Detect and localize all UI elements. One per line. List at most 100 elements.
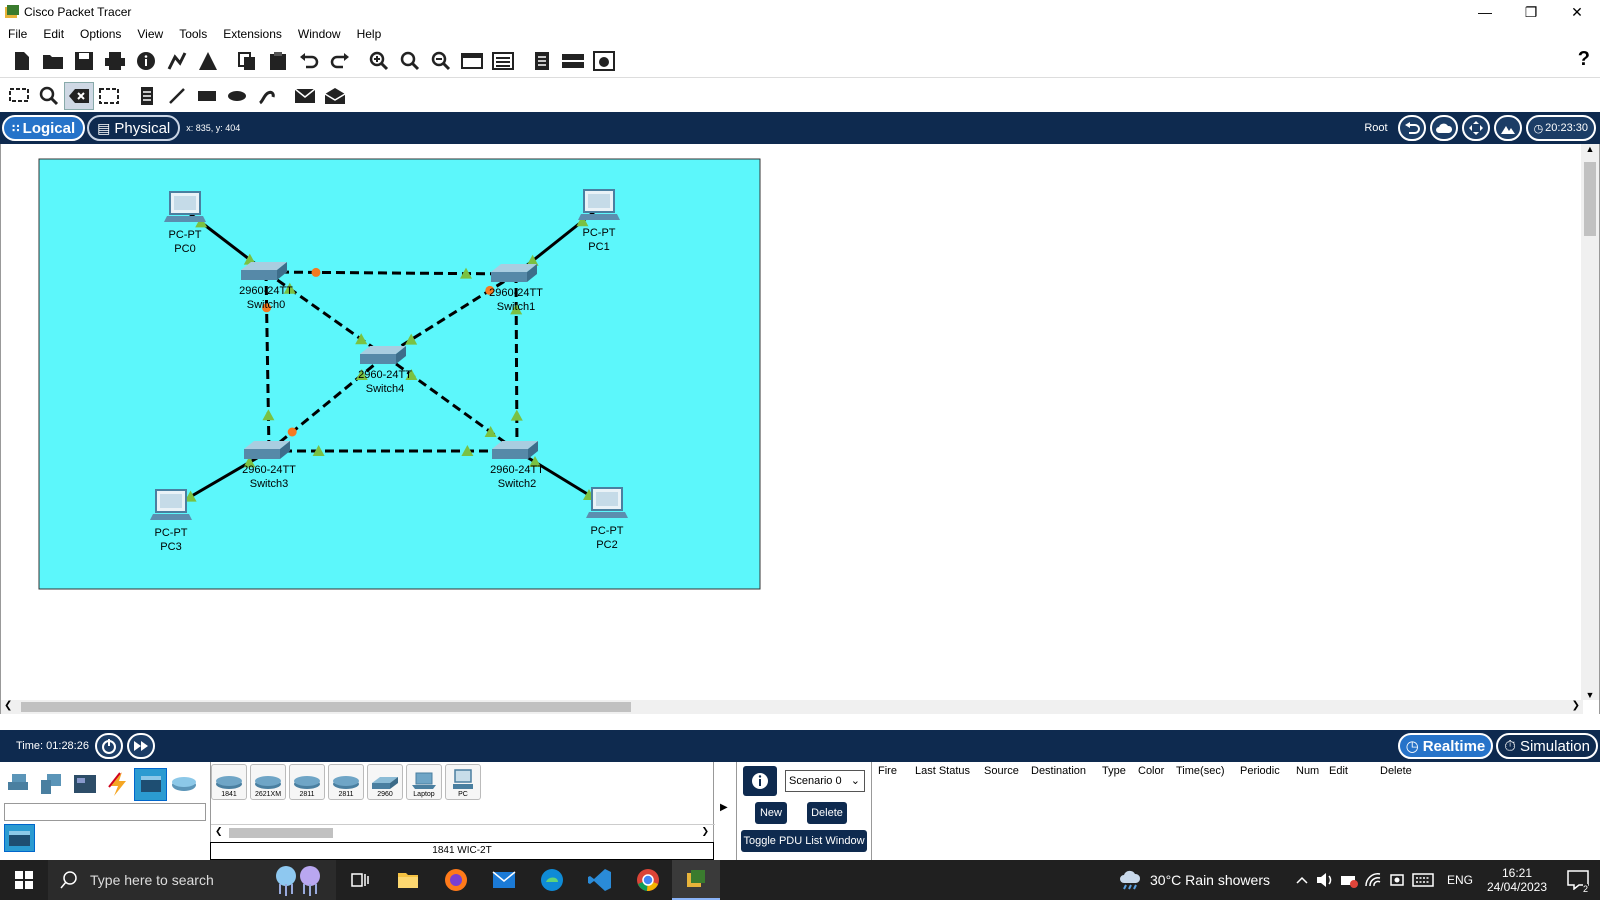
taskbar-clock[interactable]: 16:21 24/04/2023 (1482, 860, 1552, 900)
paste-icon[interactable] (262, 47, 293, 75)
draw-ellipse-icon[interactable] (222, 82, 252, 110)
palette-icon[interactable] (456, 47, 487, 75)
scenario-info-button[interactable] (743, 766, 777, 796)
inspect-icon[interactable] (34, 82, 64, 110)
vertical-scrollbar[interactable]: ▲ ▼ (1581, 144, 1599, 700)
connections-icon[interactable] (101, 768, 134, 801)
clock-display[interactable]: ◷ 20:23:30 (1525, 115, 1596, 141)
device-model-laptop[interactable]: Laptop (406, 764, 442, 800)
firefox-icon[interactable] (432, 860, 480, 900)
simple-pdu-icon[interactable] (290, 82, 320, 110)
media-icon[interactable] (588, 47, 619, 75)
onedrive-meet-icon[interactable] (1386, 860, 1408, 900)
language-indicator[interactable]: ENG (1440, 860, 1480, 900)
menu-view[interactable]: View (129, 27, 171, 41)
horizontal-scrollbar[interactable]: ❮ ❯ (1, 700, 1583, 714)
expand-panel-icon[interactable]: ▶ (720, 802, 728, 813)
scroll-down-icon[interactable]: ▼ (1581, 690, 1599, 700)
taskbar-search-box[interactable]: Type here to search (48, 860, 336, 900)
device-model-1841[interactable]: 1841 (211, 764, 247, 800)
minimize-button[interactable]: — (1462, 0, 1508, 24)
save-icon[interactable] (68, 47, 99, 75)
device-switch0[interactable]: 2960-24TT Switch0 (239, 262, 293, 311)
back-icon[interactable] (1397, 115, 1426, 141)
task-view-icon[interactable] (336, 860, 384, 900)
help-button[interactable]: ? (1578, 48, 1590, 71)
scroll-right-icon[interactable]: ❯ (1572, 700, 1580, 711)
close-button[interactable]: ✕ (1554, 0, 1600, 24)
vertical-scroll-thumb[interactable] (1584, 162, 1596, 236)
scenario-select[interactable]: Scenario 0 ⌄ (785, 770, 865, 792)
menu-help[interactable]: Help (349, 27, 390, 41)
resize-shape-icon[interactable] (94, 82, 124, 110)
subcategory-folder-icon[interactable] (4, 824, 35, 852)
menu-options[interactable]: Options (72, 27, 129, 41)
file-explorer-icon[interactable] (384, 860, 432, 900)
wifi-icon[interactable] (1362, 860, 1384, 900)
zoom-out-icon[interactable] (425, 47, 456, 75)
complex-pdu-icon[interactable] (320, 82, 350, 110)
end-devices-icon[interactable] (35, 768, 68, 801)
device-model-2621xm[interactable]: 2621XM (250, 764, 286, 800)
tab-simulation[interactable]: ⏱ Simulation (1496, 733, 1598, 759)
zoom-reset-icon[interactable] (394, 47, 425, 75)
menu-window[interactable]: Window (290, 27, 349, 41)
info-icon[interactable] (130, 47, 161, 75)
packet-tracer-taskbar-icon[interactable] (672, 860, 720, 900)
menu-file[interactable]: File (0, 27, 35, 41)
horizontal-scroll-thumb[interactable] (21, 702, 631, 712)
undo-icon[interactable] (293, 47, 324, 75)
tab-physical[interactable]: ▤ Physical (87, 115, 181, 141)
menu-edit[interactable]: Edit (35, 27, 72, 41)
power-cycle-icon[interactable] (94, 733, 123, 759)
activity-wizard-icon[interactable] (192, 47, 223, 75)
notifications-icon[interactable]: 2 (1558, 860, 1598, 900)
draw-rectangle-icon[interactable] (192, 82, 222, 110)
vscode-icon[interactable] (576, 860, 624, 900)
device-switch2[interactable]: 2960-24TT Switch2 (490, 441, 544, 490)
tab-logical[interactable]: ∷ Logical (2, 115, 86, 141)
freeform-icon[interactable] (252, 82, 282, 110)
place-note-icon[interactable] (132, 82, 162, 110)
delete-scenario-button[interactable]: Delete (807, 802, 847, 824)
topology-canvas[interactable]: PC-PT PC0 PC-PT PC1 PC-PT PC2 PC-PT PC3 2960-24T… (1, 144, 1581, 700)
menu-extensions[interactable]: Extensions (215, 27, 290, 41)
logical-workspace[interactable]: PC-PT PC0 PC-PT PC1 PC-PT PC2 PC-PT PC3 2960-24T… (0, 144, 1600, 714)
components-icon[interactable] (68, 768, 101, 801)
fast-forward-icon[interactable] (126, 733, 155, 759)
menu-tools[interactable]: Tools (171, 27, 215, 41)
chevron-up-icon[interactable] (1292, 860, 1312, 900)
volume-icon[interactable] (1314, 860, 1336, 900)
background-image-icon[interactable] (1493, 115, 1522, 141)
device-model-2811-b[interactable]: 2811 (328, 764, 364, 800)
windows-start-icon[interactable] (0, 860, 48, 900)
device-switch1[interactable]: 2960-24TT Switch1 (489, 264, 543, 313)
device-model-pc[interactable]: PC (445, 764, 481, 800)
draw-line-icon[interactable] (162, 82, 192, 110)
scroll-left-icon[interactable]: ❮ (4, 700, 12, 711)
tab-realtime[interactable]: ◷ Realtime (1397, 733, 1494, 759)
custom-devices-icon[interactable] (487, 47, 518, 75)
network-info-icon[interactable] (161, 47, 192, 75)
scroll-right-icon[interactable]: ❯ (701, 826, 709, 837)
new-file-icon[interactable] (6, 47, 37, 75)
device-switch4[interactable]: 2960-24TT Switch4 (358, 346, 412, 395)
device-template-icon[interactable] (557, 47, 588, 75)
restore-button[interactable]: ❐ (1508, 0, 1554, 24)
device-list-scrollbar[interactable]: ❮ ❯ (211, 824, 715, 840)
network-devices-icon[interactable] (2, 768, 35, 801)
miscellaneous-icon[interactable] (134, 767, 167, 801)
delete-icon[interactable] (64, 82, 94, 110)
open-folder-icon[interactable] (37, 47, 68, 75)
multiuser-icon[interactable] (167, 768, 200, 801)
select-icon[interactable] (4, 82, 34, 110)
network-disconnected-icon[interactable] (1338, 860, 1360, 900)
edge-icon[interactable] (528, 860, 576, 900)
zoom-in-icon[interactable] (363, 47, 394, 75)
device-list-scroll-thumb[interactable] (229, 828, 333, 838)
new-scenario-button[interactable]: New (755, 802, 787, 824)
device-model-2960[interactable]: 2960 (367, 764, 403, 800)
scroll-left-icon[interactable]: ❮ (215, 826, 223, 837)
device-switch3[interactable]: 2960-24TT Switch3 (242, 441, 296, 490)
device-search-input[interactable] (4, 803, 206, 821)
